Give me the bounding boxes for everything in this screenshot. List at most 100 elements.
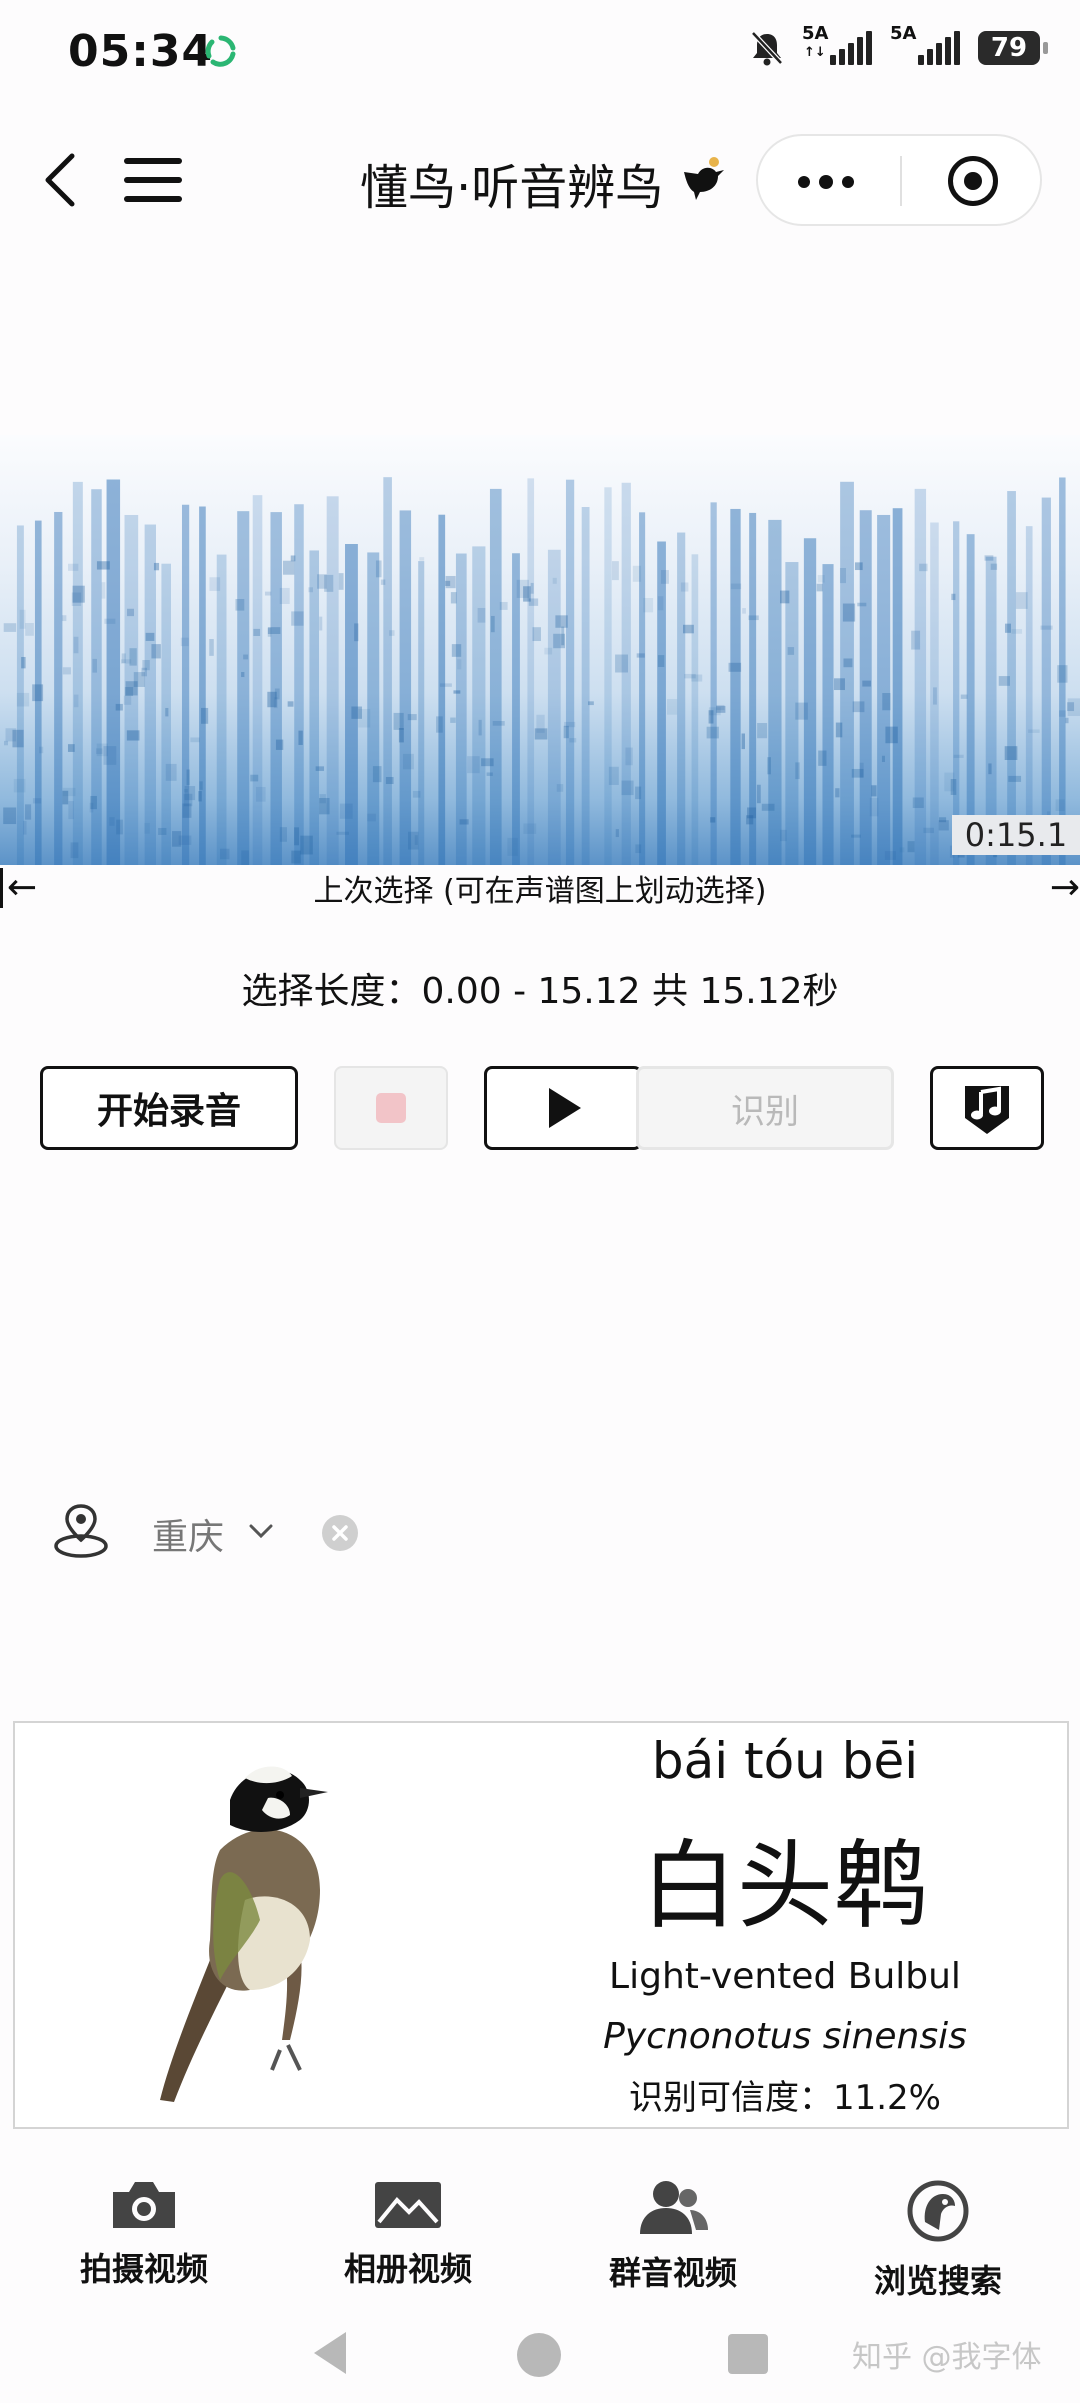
spectrogram-speckle <box>158 827 167 835</box>
spectrogram-image[interactable] <box>0 435 1080 865</box>
target-circle-icon[interactable] <box>948 156 998 206</box>
spectrogram-speckle <box>12 729 24 748</box>
status-icons: 5A ↑↓ 5A 79 <box>750 25 1048 66</box>
spectrogram-speckle <box>101 582 106 599</box>
spectrogram-speckle <box>881 755 885 763</box>
spectrogram-speckle <box>817 575 825 583</box>
spectrogram-speckle <box>445 575 456 589</box>
spectrogram-streak <box>803 538 817 865</box>
spectrogram-speckle <box>73 694 79 708</box>
spectrogram-speckle <box>660 570 669 584</box>
spectrogram-speckle <box>96 561 110 570</box>
spectrogram-speckle <box>544 647 553 655</box>
spectrogram-speckle <box>439 683 452 687</box>
selection-left-arrow[interactable]: ← <box>0 868 40 908</box>
spectrogram-speckle <box>1015 592 1028 609</box>
play-button[interactable] <box>484 1066 642 1150</box>
spectrogram-speckle <box>241 850 249 865</box>
spectrogram-speckle <box>115 703 123 711</box>
spectrogram-speckle <box>25 804 32 820</box>
spectrogram-speckle <box>3 807 17 825</box>
system-recents-icon[interactable] <box>728 2334 768 2374</box>
more-dots-icon[interactable] <box>798 175 854 189</box>
spectrogram-speckle <box>372 766 382 783</box>
clear-circle-icon[interactable] <box>322 1515 358 1551</box>
spectrogram-speckle <box>291 850 301 864</box>
tab-browse-search[interactable]: 浏览搜索 <box>838 2178 1038 2302</box>
spectrogram-speckle <box>96 748 103 754</box>
spectrogram-speckle <box>3 740 8 746</box>
spectrogram[interactable] <box>0 435 1080 865</box>
identify-button[interactable]: 识别 <box>636 1066 894 1150</box>
spectrogram-speckle <box>683 624 694 634</box>
spectrogram-speckle <box>523 823 537 834</box>
spectrogram-speckle <box>907 841 915 853</box>
spectrogram-speckle <box>530 582 534 594</box>
tab-album-video[interactable]: 相册视频 <box>308 2178 508 2290</box>
tab-capture-video[interactable]: 拍摄视频 <box>44 2178 244 2290</box>
battery-indicator: 79 <box>978 31 1048 65</box>
tab-label: 群音视频 <box>608 2254 737 2292</box>
spectrogram-speckle <box>319 616 323 631</box>
spectrogram-speckle <box>1067 702 1075 712</box>
spectrogram-speckle <box>851 834 861 838</box>
spectrogram-speckle <box>833 678 845 691</box>
spectrogram-speckle <box>72 585 85 603</box>
spectrogram-speckle <box>127 608 135 617</box>
spectrogram-speckle <box>407 714 417 721</box>
status-time: 05:34 <box>68 26 214 77</box>
spectrogram-speckle <box>842 603 856 622</box>
result-confidence: 识别可信度：11.2% <box>628 2078 941 2118</box>
location-pin-icon[interactable] <box>50 1500 112 1562</box>
spectrogram-speckle <box>453 690 461 694</box>
spectrogram-speckle <box>209 577 221 591</box>
spectrogram-speckle <box>742 608 746 614</box>
spectrogram-streak <box>489 488 502 865</box>
spectrogram-speckle <box>839 568 846 584</box>
stop-button[interactable] <box>334 1066 448 1150</box>
spectrogram-speckle <box>756 784 761 804</box>
spectrogram-speckle <box>190 737 200 743</box>
spectrogram-speckle <box>336 831 349 835</box>
selection-right-arrow[interactable]: → <box>1040 868 1080 908</box>
spectrogram-streak <box>677 532 686 865</box>
spectrogram-streak <box>399 510 412 865</box>
spectrogram-speckle <box>643 598 654 613</box>
spectrogram-speckle <box>556 784 564 792</box>
spectrogram-speckle <box>728 662 742 672</box>
system-home-icon[interactable] <box>517 2333 561 2377</box>
spectrogram-speckle <box>635 844 642 854</box>
spectrogram-speckle <box>706 726 719 739</box>
spectrogram-speckle <box>308 587 313 593</box>
spectrogram-speckle <box>300 835 313 855</box>
image-icon <box>375 2182 441 2228</box>
spectrogram-speckle <box>70 842 79 859</box>
spectrogram-speckle <box>691 674 703 682</box>
spectrogram-speckle <box>741 733 745 750</box>
tab-group-audio-video[interactable]: 群音视频 <box>573 2178 773 2294</box>
spectrogram-speckle <box>990 563 998 570</box>
hamburger-menu-icon[interactable] <box>124 158 182 204</box>
system-back-icon[interactable] <box>310 2330 350 2376</box>
spectrogram-speckle <box>757 722 768 739</box>
spectrogram-speckle <box>402 753 414 770</box>
spectrogram-speckle <box>255 786 266 802</box>
spectrogram-speckle <box>710 817 716 823</box>
spectrogram-speckle <box>919 563 928 572</box>
spectrogram-speckle <box>198 791 202 802</box>
location-city[interactable]: 重庆 <box>152 1508 224 1560</box>
spectrogram-speckle <box>625 747 633 766</box>
chevron-left-icon[interactable] <box>40 150 80 210</box>
spectrogram-speckle <box>534 728 548 740</box>
spectrogram-speckle <box>380 579 386 585</box>
spectrogram-speckle <box>857 602 867 607</box>
spectrogram-speckle <box>516 579 529 598</box>
spectrogram-speckle <box>279 587 290 604</box>
spectrogram-streak <box>730 508 741 865</box>
spectrogram-speckle <box>354 623 359 642</box>
start-recording-button[interactable]: 开始录音 <box>40 1066 298 1150</box>
signal-1: 5A ↑↓ <box>802 25 872 65</box>
music-download-button[interactable] <box>930 1066 1044 1150</box>
spectrogram-speckle <box>294 827 300 846</box>
chevron-down-icon[interactable] <box>248 1518 274 1544</box>
